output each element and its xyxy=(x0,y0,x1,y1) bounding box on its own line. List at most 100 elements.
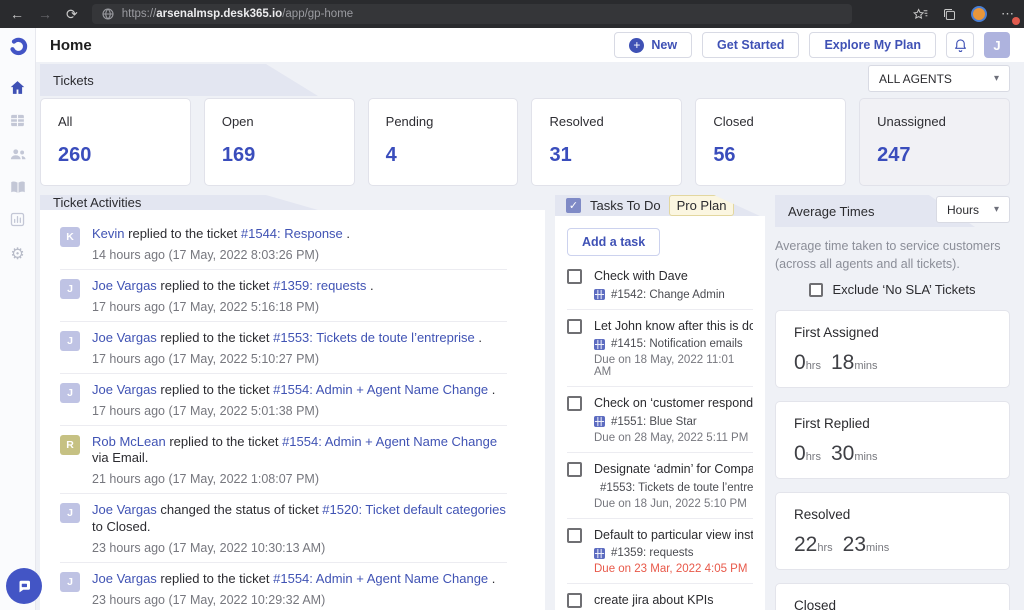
exclude-sla-checkbox[interactable] xyxy=(809,283,823,297)
task-checkbox[interactable] xyxy=(567,269,582,284)
address-bar[interactable]: https://arsenalmsp.desk365.io/app/gp-hom… xyxy=(92,4,852,24)
task-checkbox[interactable] xyxy=(567,462,582,477)
ticket-link[interactable]: #1554: Admin + Agent Name Change xyxy=(273,382,488,397)
avatar: K xyxy=(60,227,80,247)
sidebar-item-contacts[interactable] xyxy=(0,137,36,170)
activity-row: J Joe Vargas replied to the ticket #1554… xyxy=(60,374,507,426)
task-item[interactable]: Check with Dave #1542: Change Admin xyxy=(567,260,753,310)
ticket-link[interactable]: #1359: requests xyxy=(273,278,366,293)
user-avatar[interactable]: J xyxy=(984,32,1010,58)
task-item[interactable]: Default to particular view instead of … … xyxy=(567,519,753,585)
task-ticket-ref[interactable]: #1542: Change Admin xyxy=(594,289,753,301)
ticket-link[interactable]: #1554: Admin + Agent Name Change xyxy=(282,434,497,449)
task-due-date: Due on 18 May, 2022 11:01 AM xyxy=(594,354,753,378)
sidebar-item-reports[interactable] xyxy=(0,203,36,236)
activity-row: K Kevin replied to the ticket #1544: Res… xyxy=(60,218,507,270)
ticket-ref-icon xyxy=(594,339,605,350)
ticket-count-card[interactable]: Open 169 xyxy=(204,98,355,186)
ticket-count-card[interactable]: Pending 4 xyxy=(368,98,519,186)
ticket-link[interactable]: #1520: Ticket default categories xyxy=(322,502,506,517)
sidebar-item-settings[interactable]: ⚙ xyxy=(0,236,36,269)
app-header: Home +New Get Started Explore My Plan J xyxy=(36,28,1024,62)
ticket-link[interactable]: #1544: Response xyxy=(241,226,343,241)
get-started-button[interactable]: Get Started xyxy=(702,32,799,58)
activity-text: Joe Vargas replied to the ticket #1554: … xyxy=(92,571,495,588)
average-time-label: Resolved xyxy=(794,507,991,522)
ticket-card-count: 56 xyxy=(713,144,828,167)
activity-timestamp: 17 hours ago (17 May, 2022 5:16:18 PM) xyxy=(92,300,374,314)
activity-row: J Joe Vargas replied to the ticket #1553… xyxy=(60,322,507,374)
activity-timestamp: 23 hours ago (17 May, 2022 10:29:32 AM) xyxy=(92,593,495,607)
ticket-link[interactable]: #1554: Admin + Agent Name Change xyxy=(273,571,488,586)
agent-name-link[interactable]: Rob McLean xyxy=(92,434,166,449)
activity-timestamp: 14 hours ago (17 May, 2022 8:03:26 PM) xyxy=(92,248,350,262)
task-checkbox[interactable] xyxy=(567,396,582,411)
notification-dot xyxy=(1012,17,1020,25)
task-item[interactable]: Check on ‘customer responded’ when… #155… xyxy=(567,387,753,453)
task-item[interactable]: create jira about KPIs #1377: New Questi… xyxy=(567,584,753,610)
average-time-card: Resolved 22hrs23mins xyxy=(775,492,1010,570)
avatar: J xyxy=(60,572,80,592)
activity-timestamp: 17 hours ago (17 May, 2022 5:01:38 PM) xyxy=(92,404,495,418)
activities-banner: Ticket Activities xyxy=(40,195,318,210)
agent-name-link[interactable]: Kevin xyxy=(92,226,125,241)
browser-profile-avatar[interactable] xyxy=(971,6,987,22)
task-ticket-ref[interactable]: #1551: Blue Star xyxy=(594,416,753,428)
activity-row: J Joe Vargas replied to the ticket #1359… xyxy=(60,270,507,322)
ticket-count-card[interactable]: Unassigned 247 xyxy=(859,98,1010,186)
sidebar-item-home[interactable] xyxy=(0,71,36,104)
tickets-banner: Tickets xyxy=(40,64,318,96)
activity-timestamp: 17 hours ago (17 May, 2022 5:10:27 PM) xyxy=(92,352,482,366)
task-checkbox[interactable] xyxy=(567,319,582,334)
agent-name-link[interactable]: Joe Vargas xyxy=(92,571,157,586)
reload-icon[interactable]: ⟳ xyxy=(66,7,78,21)
activity-text: Joe Vargas replied to the ticket #1554: … xyxy=(92,382,495,399)
task-due-date: Due on 18 Jun, 2022 5:10 PM xyxy=(594,498,753,510)
ticket-card-count: 4 xyxy=(386,144,501,167)
tasks-header-checkbox[interactable]: ✓ xyxy=(566,198,581,213)
add-task-button[interactable]: Add a task xyxy=(567,228,660,256)
agent-name-link[interactable]: Joe Vargas xyxy=(92,382,157,397)
average-time-card: First Assigned 0hrs18mins xyxy=(775,310,1010,388)
activity-text: Joe Vargas replied to the ticket #1553: … xyxy=(92,330,482,347)
task-ticket-ref[interactable]: #1553: Tickets de toute l’entreprise xyxy=(594,482,753,494)
chat-widget-button[interactable] xyxy=(6,568,42,604)
more-icon[interactable]: ⋯ xyxy=(1001,6,1014,22)
sidebar-item-knowledge-base[interactable] xyxy=(0,170,36,203)
favorite-icon[interactable] xyxy=(913,7,928,22)
activity-text: Kevin replied to the ticket #1544: Respo… xyxy=(92,226,350,243)
task-checkbox[interactable] xyxy=(567,593,582,608)
task-checkbox[interactable] xyxy=(567,528,582,543)
ticket-count-card[interactable]: Closed 56 xyxy=(695,98,846,186)
agent-name-link[interactable]: Joe Vargas xyxy=(92,330,157,345)
ticket-card-label: Unassigned xyxy=(877,114,992,129)
ticket-count-card[interactable]: Resolved 31 xyxy=(531,98,682,186)
task-item[interactable]: Designate ‘admin’ for Companies so t… #1… xyxy=(567,453,753,519)
agent-name-link[interactable]: Joe Vargas xyxy=(92,502,157,517)
task-title: create jira about KPIs xyxy=(594,593,714,609)
hours-filter-dropdown[interactable]: Hours▾ xyxy=(936,196,1010,223)
average-time-card: Closed 71hrs12mins xyxy=(775,583,1010,610)
back-icon[interactable]: ← xyxy=(10,7,24,21)
forward-icon[interactable]: → xyxy=(38,7,52,21)
notifications-button[interactable] xyxy=(946,32,974,58)
ticket-count-card[interactable]: All 260 xyxy=(40,98,191,186)
agent-name-link[interactable]: Joe Vargas xyxy=(92,278,157,293)
sidebar-item-tickets[interactable] xyxy=(0,104,36,137)
agents-filter-dropdown[interactable]: ALL AGENTS▾ xyxy=(868,65,1010,92)
settings-gear-icon: ⚙ xyxy=(10,244,24,264)
task-item[interactable]: Let John know after this is done. #1415:… xyxy=(567,310,753,388)
tabs-icon[interactable] xyxy=(942,7,957,22)
new-button[interactable]: +New xyxy=(614,32,692,58)
activity-timestamp: 21 hours ago (17 May, 2022 1:08:07 PM) xyxy=(92,472,507,486)
task-ticket-ref[interactable]: #1415: Notification emails xyxy=(594,338,753,350)
activity-text: Rob McLean replied to the ticket #1554: … xyxy=(92,434,507,468)
tasks-panel: Add a task Check with Dave xyxy=(555,216,765,610)
ticket-link[interactable]: #1553: Tickets de toute l’entreprise xyxy=(273,330,475,345)
task-ticket-ref[interactable]: #1359: requests xyxy=(594,547,753,559)
activities-panel: K Kevin replied to the ticket #1544: Res… xyxy=(40,210,545,610)
dashboard-content: Tickets ALL AGENTS▾ All 260 Open xyxy=(36,62,1024,610)
explore-plan-button[interactable]: Explore My Plan xyxy=(809,32,936,58)
task-title: Default to particular view instead of … xyxy=(594,528,753,544)
average-time-label: Closed xyxy=(794,598,991,610)
